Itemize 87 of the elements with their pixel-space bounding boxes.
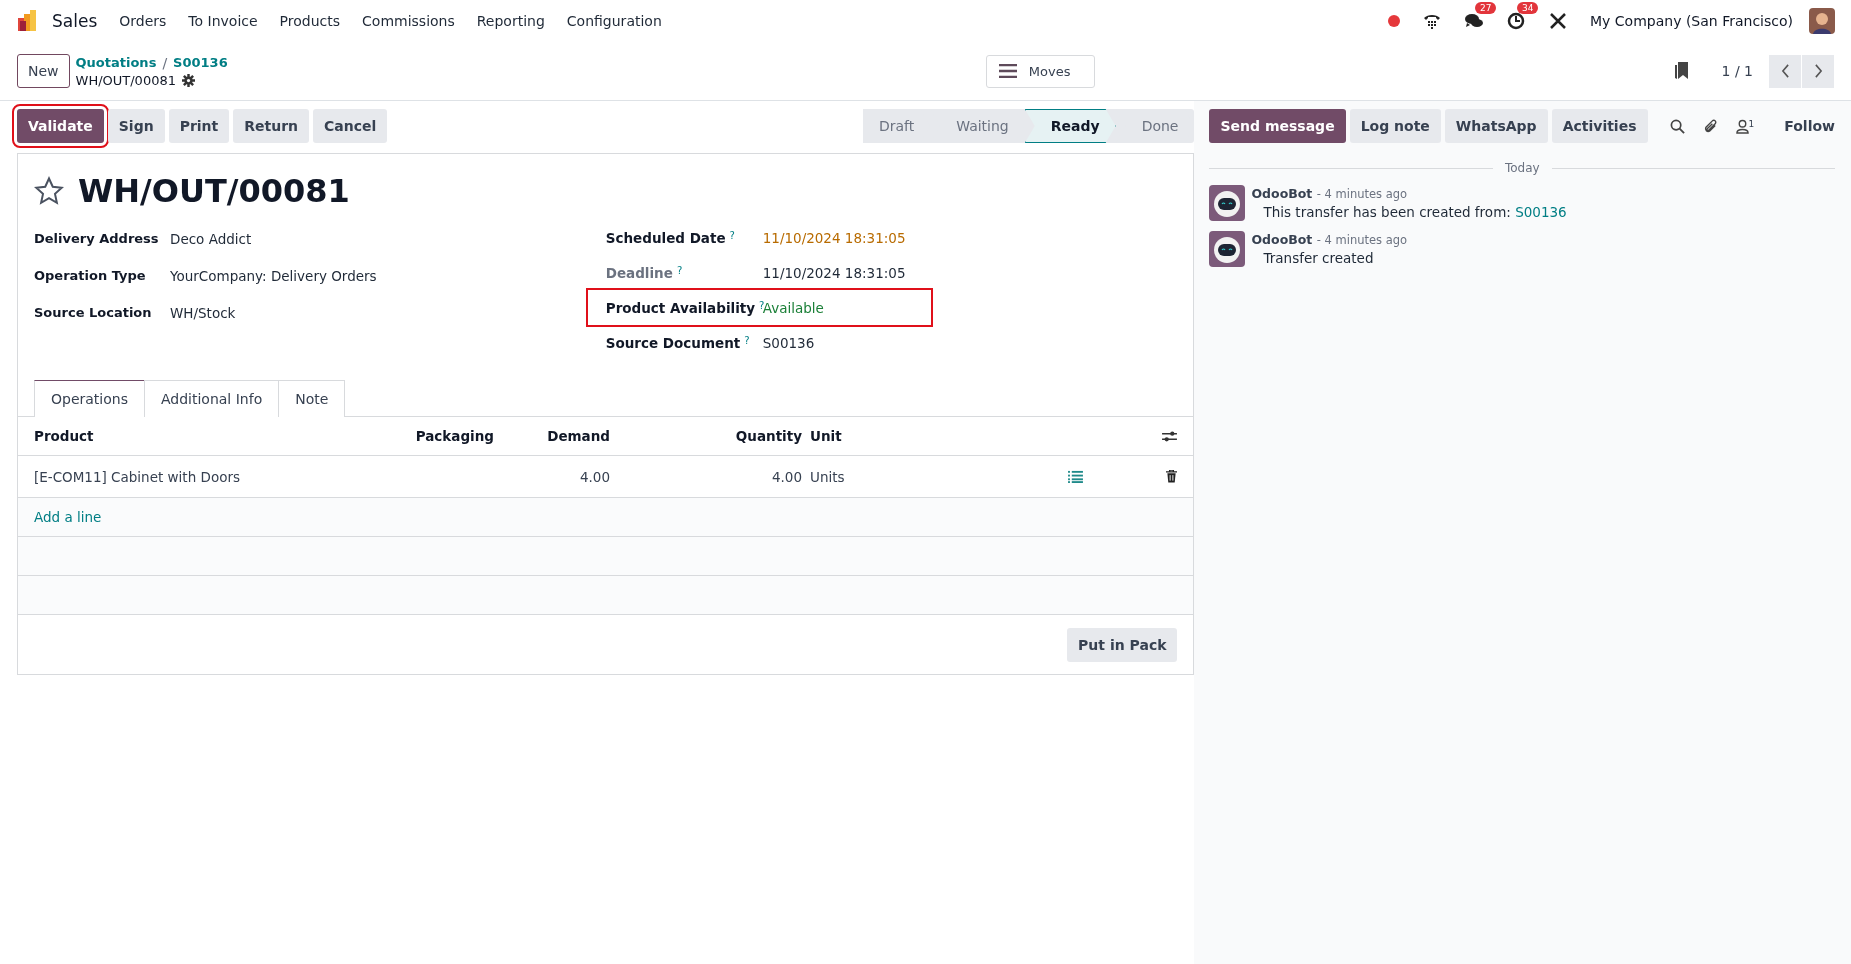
table-cell[interactable]: [E-COM11] Cabinet with Doors xyxy=(34,468,394,485)
put-in-pack-button[interactable]: Put in Pack xyxy=(1067,628,1178,662)
details-list-icon[interactable] xyxy=(1067,470,1083,483)
chatter-button[interactable]: Log note xyxy=(1349,109,1441,143)
previous-button[interactable] xyxy=(1769,54,1801,88)
chevron-left-icon xyxy=(1780,64,1790,78)
record-title: WH/OUT/00081 xyxy=(78,172,350,210)
bot-avatar xyxy=(1209,231,1246,267)
clock-icon[interactable] xyxy=(1506,11,1527,31)
field-label: Delivery Address xyxy=(34,231,160,246)
column-header[interactable]: Product xyxy=(34,428,394,444)
field-value[interactable]: WH/Stock xyxy=(170,304,236,321)
message-time: - 4 minutes ago xyxy=(1316,233,1408,247)
recording-dot-icon[interactable] xyxy=(1388,15,1401,27)
column-header[interactable]: Unit xyxy=(802,428,1040,444)
tab[interactable]: Additional Info xyxy=(143,380,280,417)
breadcrumb-link[interactable]: Quotations xyxy=(75,55,157,70)
field-label: Scheduled Date xyxy=(605,229,726,246)
user-avatar[interactable] xyxy=(1809,8,1835,34)
bot-avatar xyxy=(1209,185,1246,221)
field-value: 11/10/2024 18:31:05 xyxy=(762,229,906,246)
message-author[interactable]: OdooBot xyxy=(1251,186,1313,201)
message-time: - 4 minutes ago xyxy=(1316,187,1408,201)
app-name[interactable]: Sales xyxy=(52,11,98,31)
bookmark-icon[interactable] xyxy=(1673,62,1690,80)
table-cell[interactable]: 4.00 xyxy=(610,468,802,485)
field-label: Product Availability xyxy=(605,299,756,316)
field-label: Operation Type xyxy=(34,268,147,283)
tab[interactable]: Note xyxy=(278,380,346,417)
column-header[interactable]: Packaging xyxy=(394,428,494,444)
chatter-button[interactable]: WhatsApp xyxy=(1444,109,1548,143)
person-icon[interactable] xyxy=(1735,118,1749,134)
message-text: Transfer created xyxy=(1263,250,1374,266)
field-label: Source Location xyxy=(34,305,153,320)
field-value[interactable]: YourCompany: Delivery Orders xyxy=(170,267,377,284)
field-value: 11/10/2024 18:31:05 xyxy=(762,264,906,281)
action-button[interactable]: Cancel xyxy=(313,109,388,143)
chevron-right-icon xyxy=(1813,64,1823,78)
next-button[interactable] xyxy=(1802,54,1834,88)
table-cell[interactable]: Units xyxy=(802,468,1040,485)
menu-icon xyxy=(998,64,1017,78)
record-link[interactable]: S00136 xyxy=(1515,204,1567,220)
field-label: Deadline xyxy=(605,264,673,281)
help-tooltip[interactable]: ? xyxy=(676,264,683,276)
follower-count: 1 xyxy=(1748,118,1755,131)
company-switcher[interactable]: My Company (San Francisco) xyxy=(1590,13,1793,29)
help-tooltip[interactable]: ? xyxy=(759,299,765,311)
delete-icon[interactable] xyxy=(1166,470,1178,483)
menu-item[interactable]: Configuration xyxy=(566,13,662,29)
action-button[interactable]: Sign xyxy=(107,109,165,143)
record-name: WH/OUT/00081 xyxy=(75,72,176,88)
menu-item[interactable]: To Invoice xyxy=(188,13,258,29)
message-author[interactable]: OdooBot xyxy=(1251,232,1313,247)
field-value[interactable]: Deco Addict xyxy=(170,230,252,247)
column-header[interactable]: Demand xyxy=(494,428,610,444)
star-icon[interactable] xyxy=(34,176,64,206)
paperclip-icon[interactable] xyxy=(1702,118,1718,134)
gear-icon[interactable] xyxy=(182,73,195,87)
help-tooltip[interactable]: ? xyxy=(744,334,750,346)
tab[interactable]: Operations xyxy=(34,380,145,417)
column-header[interactable]: Quantity xyxy=(610,428,802,444)
menu-item[interactable]: Reporting xyxy=(476,13,545,29)
status-step[interactable]: Ready xyxy=(1024,109,1116,143)
search-icon[interactable] xyxy=(1669,118,1685,134)
menu-item[interactable]: Commissions xyxy=(362,13,455,29)
add-line-link[interactable]: Add a line xyxy=(34,509,102,525)
action-button[interactable]: Return xyxy=(233,109,310,143)
field-value: S00136 xyxy=(762,334,815,351)
date-divider: Today xyxy=(1504,161,1540,175)
new-button[interactable]: New xyxy=(17,54,70,88)
follow-button[interactable]: Follow xyxy=(1784,118,1835,134)
pager-value[interactable]: 1 / 1 xyxy=(1721,63,1753,79)
menu-item[interactable]: Products xyxy=(279,13,341,29)
action-button[interactable]: Print xyxy=(168,109,230,143)
moves-button[interactable]: Moves xyxy=(985,54,1096,88)
help-tooltip[interactable]: ? xyxy=(729,229,735,241)
breadcrumb-separator: / xyxy=(162,54,168,71)
message-count-badge: 27 xyxy=(1475,2,1497,14)
message-text: This transfer has been created from: xyxy=(1263,204,1511,220)
chatter-button[interactable]: Activities xyxy=(1551,109,1648,143)
menu-item[interactable]: Orders xyxy=(119,13,167,29)
chatter-button[interactable]: Send message xyxy=(1209,109,1346,143)
activity-count-badge: 34 xyxy=(1517,2,1539,14)
field-label: Source Document xyxy=(605,334,741,351)
column-settings-icon[interactable] xyxy=(1162,429,1178,443)
breadcrumb-link[interactable]: S00136 xyxy=(173,55,228,70)
table-cell[interactable]: 4.00 xyxy=(494,468,610,485)
